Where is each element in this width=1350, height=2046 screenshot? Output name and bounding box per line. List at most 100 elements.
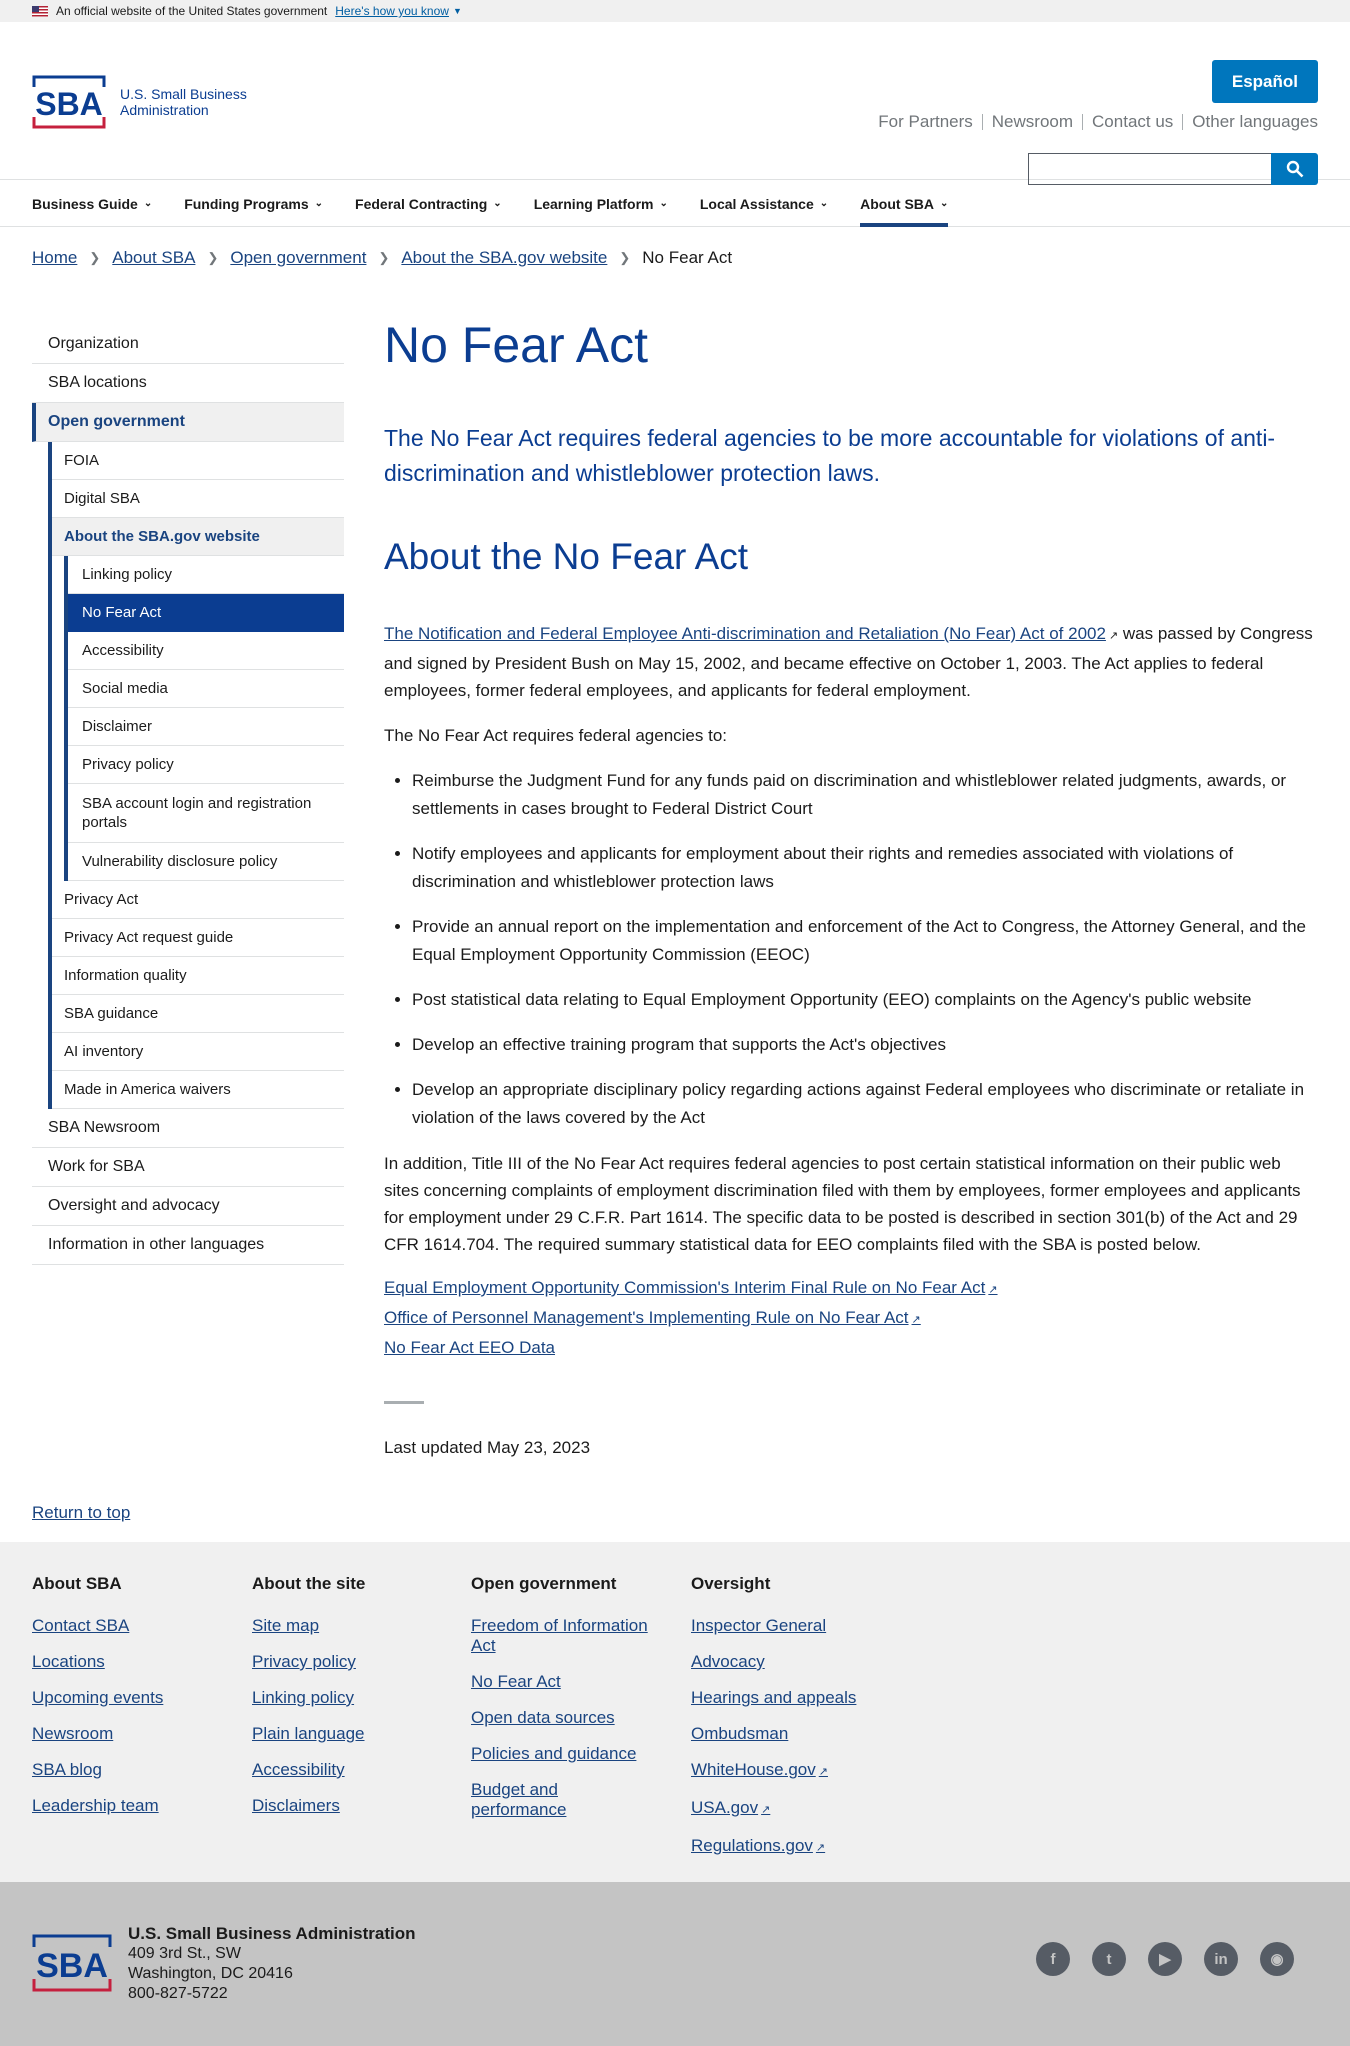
footer-link[interactable]: WhiteHouse.gov ↗ xyxy=(691,1760,891,1782)
sidenav-vulnerability-disclosure[interactable]: Vulnerability disclosure policy xyxy=(68,843,344,881)
sidenav-accessibility[interactable]: Accessibility xyxy=(68,632,344,670)
breadcrumb-about-sba[interactable]: About SBA xyxy=(112,248,195,268)
footer-link[interactable]: USA.gov ↗ xyxy=(691,1798,891,1820)
breadcrumb-home[interactable]: Home xyxy=(32,248,77,268)
footer-link[interactable]: Policies and guidance xyxy=(471,1744,666,1764)
footer-link[interactable]: Linking policy xyxy=(252,1688,452,1708)
sidenav-sba-guidance[interactable]: SBA guidance xyxy=(52,995,344,1033)
sidenav-privacy-act[interactable]: Privacy Act xyxy=(52,881,344,919)
footer-link[interactable]: SBA blog xyxy=(32,1760,232,1780)
sidenav-about-website[interactable]: About the SBA.gov website xyxy=(52,518,344,556)
twitter-icon[interactable]: t xyxy=(1092,1942,1126,1976)
external-link-icon: ↗ xyxy=(988,1284,998,1296)
sidenav-privacy-act-guide[interactable]: Privacy Act request guide xyxy=(52,919,344,957)
sidenav-privacy-policy[interactable]: Privacy policy xyxy=(68,746,344,784)
heres-how-you-know-link[interactable]: Here's how you know xyxy=(335,4,449,18)
external-link-icon: ↗ xyxy=(911,1314,921,1326)
main-nav: Business Guide ⌄ Funding Programs ⌄ Federa… xyxy=(0,180,1350,227)
newsroom-link[interactable]: Newsroom xyxy=(981,113,1082,130)
facebook-icon[interactable]: f xyxy=(1036,1942,1070,1976)
sidenav-oversight[interactable]: Oversight and advocacy xyxy=(32,1187,344,1226)
nav-about-sba[interactable]: About SBA ⌄ xyxy=(860,180,949,227)
list-item: Develop an appropriate disciplinary poli… xyxy=(412,1076,1318,1132)
footer-column-about-sba: About SBA Contact SBA Locations Upcoming… xyxy=(32,1574,232,1832)
breadcrumb-about-website[interactable]: About the SBA.gov website xyxy=(401,248,607,268)
breadcrumb-open-government[interactable]: Open government xyxy=(230,248,366,268)
chevron-down-icon[interactable]: ▼ xyxy=(453,6,462,16)
youtube-icon[interactable]: ▶ xyxy=(1148,1942,1182,1976)
sidenav-organization[interactable]: Organization xyxy=(32,325,344,364)
sba-footer-logo-icon[interactable]: SBA xyxy=(32,1932,112,1994)
sidenav-sba-newsroom[interactable]: SBA Newsroom xyxy=(32,1109,344,1148)
footer-link[interactable]: Plain language xyxy=(252,1724,452,1744)
nav-federal-contracting[interactable]: Federal Contracting ⌄ xyxy=(355,180,502,227)
contact-us-link[interactable]: Contact us xyxy=(1082,113,1182,130)
footer-link[interactable]: Advocacy xyxy=(691,1652,891,1672)
footer-heading: Open government xyxy=(471,1574,617,1593)
svg-text:SBA: SBA xyxy=(36,1947,108,1985)
sidenav-ai-inventory[interactable]: AI inventory xyxy=(52,1033,344,1071)
instagram-icon[interactable]: ◉ xyxy=(1260,1942,1294,1976)
nav-funding-programs[interactable]: Funding Programs ⌄ xyxy=(184,180,323,227)
footer-link[interactable]: Budget and performance xyxy=(471,1780,591,1820)
sidenav-disclaimer[interactable]: Disclaimer xyxy=(68,708,344,746)
linkedin-icon[interactable]: in xyxy=(1204,1942,1238,1976)
footer-link[interactable]: Hearings and appeals xyxy=(691,1688,891,1708)
sidenav-sublist-2: Linking policy No Fear Act Accessibility… xyxy=(64,556,344,881)
for-partners-link[interactable]: For Partners xyxy=(869,113,981,130)
chevron-down-icon: ⌄ xyxy=(819,198,829,209)
link-text: Equal Employment Opportunity Commission'… xyxy=(384,1278,986,1297)
divider xyxy=(384,1401,424,1404)
sidenav-account-login[interactable]: SBA account login and registration porta… xyxy=(68,784,344,843)
footer-link[interactable]: Ombudsman xyxy=(691,1724,891,1744)
footer-link[interactable]: Locations xyxy=(32,1652,232,1672)
gov-banner: An official website of the United States… xyxy=(0,0,1350,22)
footer-link[interactable]: Newsroom xyxy=(32,1724,232,1744)
sba-logo[interactable]: SBA U.S. Small Business Administration xyxy=(32,73,247,131)
chevron-down-icon: ⌄ xyxy=(493,198,502,209)
external-link-icon: ↗ xyxy=(761,1804,771,1816)
nav-business-guide[interactable]: Business Guide ⌄ xyxy=(32,180,152,227)
link-text: USA.gov xyxy=(691,1798,759,1817)
sidenav-open-government[interactable]: Open government xyxy=(32,403,344,442)
sidenav-social-media[interactable]: Social media xyxy=(68,670,344,708)
opm-rule-link[interactable]: Office of Personnel Management's Impleme… xyxy=(384,1304,1318,1334)
search-input[interactable] xyxy=(1028,153,1271,185)
sidenav-no-fear-act[interactable]: No Fear Act xyxy=(68,594,344,632)
sidenav-work-for-sba[interactable]: Work for SBA xyxy=(32,1148,344,1187)
section-heading: About the No Fear Act xyxy=(384,536,749,577)
sidenav-foia[interactable]: FOIA xyxy=(52,442,344,480)
sidenav-digital-sba[interactable]: Digital SBA xyxy=(52,480,344,518)
footer-link[interactable]: Contact SBA xyxy=(32,1616,232,1636)
footer-link[interactable]: Disclaimers xyxy=(252,1796,452,1816)
footer-link[interactable]: Regulations.gov ↗ xyxy=(691,1836,891,1858)
footer-link[interactable]: Accessibility xyxy=(252,1760,452,1780)
footer-phone: 800-827-5722 xyxy=(128,1985,228,2002)
chevron-right-icon: ❯ xyxy=(619,250,631,265)
nav-local-assistance[interactable]: Local Assistance ⌄ xyxy=(700,180,828,227)
footer-link[interactable]: Site map xyxy=(252,1616,452,1636)
external-link-icon: ↗ xyxy=(1108,630,1119,642)
footer-link[interactable]: Privacy policy xyxy=(252,1652,452,1672)
return-to-top-link[interactable]: Return to top xyxy=(32,1503,130,1523)
sidenav-other-languages[interactable]: Information in other languages xyxy=(32,1226,344,1265)
footer-link[interactable]: Inspector General xyxy=(691,1616,891,1636)
search-button[interactable] xyxy=(1271,153,1318,185)
no-fear-act-link[interactable]: The Notification and Federal Employee An… xyxy=(384,624,1106,643)
logo-text-line1: U.S. Small Business xyxy=(120,86,247,102)
sidenav-linking-policy[interactable]: Linking policy xyxy=(68,556,344,594)
other-languages-link[interactable]: Other languages xyxy=(1182,113,1318,130)
search-icon xyxy=(1286,160,1303,178)
eeoc-rule-link[interactable]: Equal Employment Opportunity Commission'… xyxy=(384,1274,1318,1304)
footer-link[interactable]: Open data sources xyxy=(471,1708,666,1728)
sidenav-made-in-america[interactable]: Made in America waivers xyxy=(52,1071,344,1109)
footer-link[interactable]: No Fear Act xyxy=(471,1672,666,1692)
espanol-button[interactable]: Español xyxy=(1211,60,1318,103)
footer-link[interactable]: Leadership team xyxy=(32,1796,232,1816)
sidenav-information-quality[interactable]: Information quality xyxy=(52,957,344,995)
footer-link[interactable]: Freedom of Information Act xyxy=(471,1616,666,1656)
sidenav-sba-locations[interactable]: SBA locations xyxy=(32,364,344,403)
eeo-data-link[interactable]: No Fear Act EEO Data xyxy=(384,1334,1318,1361)
nav-learning-platform[interactable]: Learning Platform ⌄ xyxy=(534,180,668,227)
footer-link[interactable]: Upcoming events xyxy=(32,1688,232,1708)
